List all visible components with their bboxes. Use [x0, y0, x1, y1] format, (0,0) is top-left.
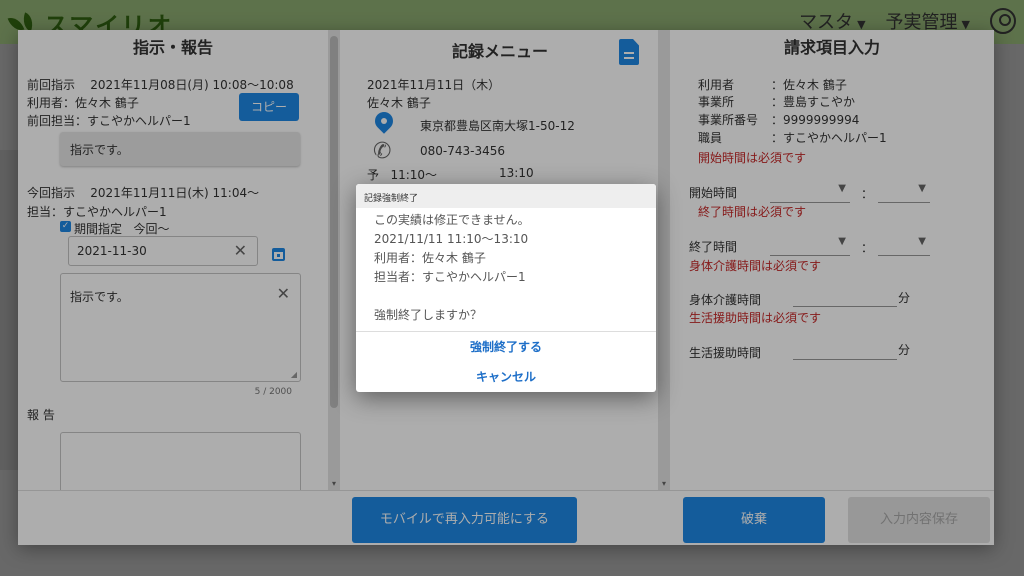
confirm-spacer [374, 287, 638, 306]
confirm-line-1: この実績は修正できません。 [374, 213, 530, 227]
force-end-dialog: 記録強制終了 この実績は修正できません。 2021/11/11 11:10〜13… [356, 184, 656, 392]
cancel-button[interactable]: キャンセル [356, 362, 656, 392]
confirm-line-3: 利用者：佐々木 鶴子 [374, 251, 486, 265]
force-end-title: 記録強制終了 [356, 184, 656, 208]
confirm-line-5: 強制終了しますか？ [374, 308, 483, 322]
force-end-button[interactable]: 強制終了する [356, 332, 656, 362]
confirm-line-2: 2021/11/11 11:10〜13:10 [374, 232, 529, 246]
force-end-body: この実績は修正できません。 2021/11/11 11:10〜13:10 利用者… [356, 208, 656, 332]
confirm-line-4: 担当者：すこやかヘルパー1 [374, 270, 526, 284]
